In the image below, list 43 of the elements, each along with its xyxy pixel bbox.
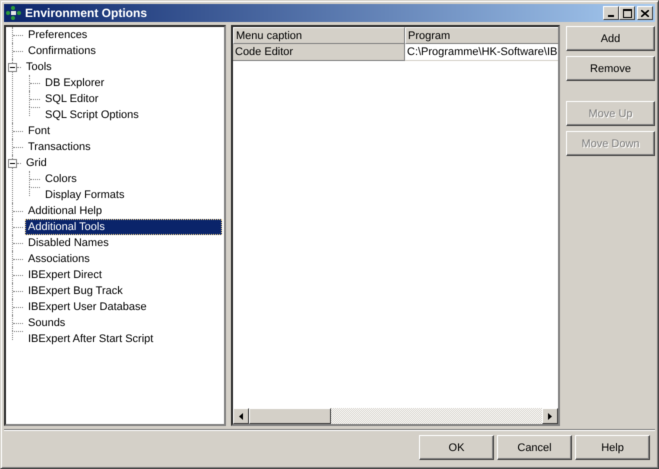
side-button[interactable]: Remove bbox=[566, 56, 655, 81]
dialog-button[interactable]: Help bbox=[575, 435, 650, 460]
tree-item[interactable]: Additional Help bbox=[25, 203, 105, 219]
scroll-right-button[interactable] bbox=[542, 408, 558, 424]
tree-item[interactable]: Tools bbox=[23, 59, 55, 75]
tree-item[interactable]: IBExpert After Start Script bbox=[25, 331, 156, 347]
table-cell: Code Editor bbox=[233, 44, 405, 61]
tree-item[interactable]: IBExpert Direct bbox=[25, 267, 105, 283]
tree-item[interactable]: Confirmations bbox=[25, 43, 99, 59]
collapse-icon[interactable] bbox=[8, 158, 17, 168]
column-header[interactable]: Menu caption bbox=[233, 27, 405, 44]
tree-item[interactable]: IBExpert Bug Track bbox=[25, 283, 126, 299]
tree-item[interactable]: Disabled Names bbox=[25, 235, 112, 251]
app-icon bbox=[6, 6, 22, 20]
right-arrow-icon bbox=[548, 412, 552, 420]
dialog-button[interactable]: OK bbox=[419, 435, 494, 460]
tree-item[interactable]: Associations bbox=[25, 251, 93, 267]
tree-item[interactable]: Font bbox=[25, 123, 54, 139]
tree-item[interactable]: SQL Editor bbox=[42, 91, 102, 107]
tree-item[interactable]: DB Explorer bbox=[42, 75, 108, 91]
window-title: Environment Options bbox=[25, 6, 148, 20]
maximize-icon bbox=[622, 8, 632, 18]
scroll-left-button[interactable] bbox=[233, 408, 249, 424]
maximize-button[interactable] bbox=[619, 6, 635, 20]
tree-item[interactable]: Grid bbox=[23, 155, 50, 171]
left-arrow-icon bbox=[239, 412, 243, 420]
horizontal-scrollbar[interactable] bbox=[233, 408, 558, 424]
tree-item[interactable]: Additional Tools bbox=[25, 219, 222, 235]
side-button[interactable]: Add bbox=[566, 26, 655, 51]
tree-item[interactable]: SQL Script Options bbox=[42, 107, 142, 123]
dialog-button[interactable]: Cancel bbox=[497, 435, 572, 460]
tree-item[interactable]: IBExpert User Database bbox=[25, 299, 150, 315]
scroll-thumb[interactable] bbox=[249, 408, 331, 424]
collapse-icon[interactable] bbox=[8, 62, 17, 72]
tree-item[interactable]: Colors bbox=[42, 171, 80, 187]
tree-item[interactable]: Preferences bbox=[25, 27, 90, 43]
minimize-button[interactable] bbox=[603, 6, 619, 20]
close-button[interactable] bbox=[637, 6, 653, 20]
tree-item[interactable]: Transactions bbox=[25, 139, 94, 155]
close-icon bbox=[641, 10, 649, 16]
tree-item[interactable]: Display Formats bbox=[42, 187, 128, 203]
tree-item[interactable]: Sounds bbox=[25, 315, 68, 331]
column-header[interactable]: Program bbox=[405, 27, 558, 44]
